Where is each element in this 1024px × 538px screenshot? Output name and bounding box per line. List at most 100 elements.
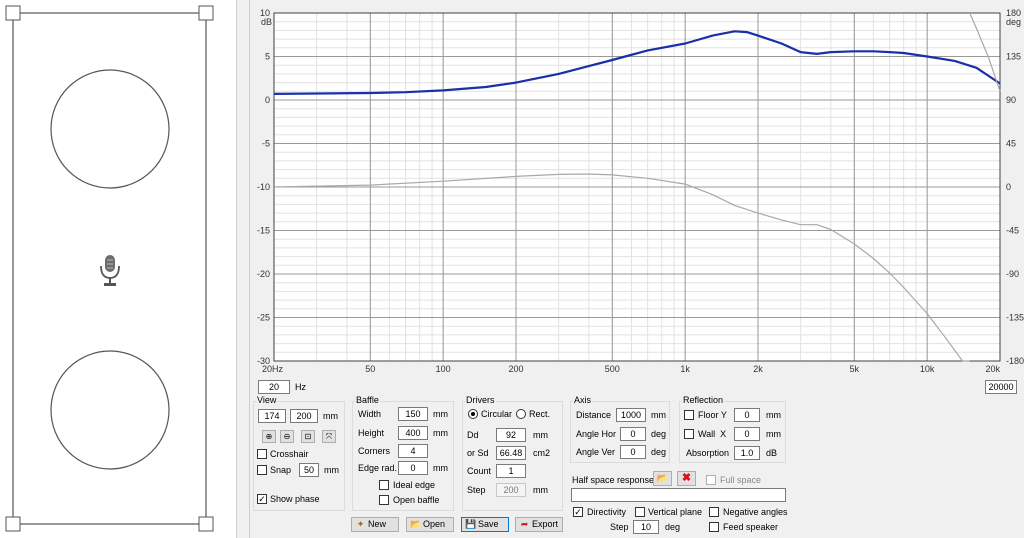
dd-unit: mm [533,430,548,440]
snap-label: Snap [270,465,292,475]
baffle-edge-label: Edge rad. [358,463,398,473]
open-button[interactable]: 📂 Open [406,517,454,532]
baffle-preview[interactable] [0,0,236,538]
directivity-checkbox[interactable]: ✓ [573,507,583,517]
y-tick-label: -10 [257,182,270,192]
dd-label: Dd [467,430,479,440]
directivity-step-input[interactable]: 10 [633,520,659,534]
view-width-input[interactable]: 174 [258,409,286,423]
open-baffle-checkbox[interactable] [379,495,389,505]
y2-tick-label: -90 [1006,269,1019,279]
baffle-width-label: Width [358,409,382,419]
freq-min-unit: Hz [295,382,306,392]
resize-handle-bottom-left [5,516,21,532]
y-axis-right: 18013590450-45-90-135-180 [1006,8,1024,366]
floor-input[interactable]: 0 [734,408,760,422]
save-button[interactable]: 💾 Save [461,517,509,532]
dd-input[interactable]: 92 [496,428,526,442]
full-space-checkbox[interactable] [706,475,716,485]
view-height-input[interactable]: 200 [290,409,318,423]
zoom-out-icon[interactable]: ⊖ [280,430,294,443]
snap-checkbox[interactable] [257,465,267,475]
vertical-plane-checkbox[interactable] [635,507,645,517]
baffle-height-input[interactable]: 400 [398,426,428,440]
reflection-group-title: Reflection [682,395,725,406]
snap-input[interactable]: 50 [299,463,319,477]
axis-group-title: Axis [573,395,593,406]
baffle-corners-input[interactable]: 4 [398,444,428,458]
panel-splitter[interactable] [236,0,250,538]
zoom-extents-icon[interactable]: ⤧ [322,430,336,443]
circular-radio[interactable] [468,409,478,419]
baffle-height-label: Height [358,428,385,438]
export-button[interactable]: ➦ Export [515,517,563,532]
baffle-width-input[interactable]: 150 [398,407,428,421]
angle-hor-input[interactable]: 0 [620,427,646,441]
folder-open-icon: 📂 [656,473,669,483]
baffle-group-title: Baffle [355,395,380,406]
half-space-path-field[interactable] [571,488,786,502]
export-icon: ➦ [520,519,529,529]
full-space-label: Full space [720,475,762,485]
distance-input[interactable]: 1000 [616,408,646,422]
absorption-input[interactable]: 1.0 [734,446,760,460]
show-phase-checkbox[interactable]: ✓ [257,494,267,504]
show-phase-label: Show phase [270,494,320,504]
baffle-edge-input[interactable]: 0 [398,461,428,475]
driver-circle-top [50,69,170,189]
wall-checkbox[interactable] [684,429,694,439]
angle-hor-unit: deg [651,429,667,439]
x-tick-label: 20k [985,364,1000,374]
absorption-unit: dB [766,448,778,458]
x-tick-label: 50 [365,364,375,374]
sd-input[interactable]: 66.48 [496,446,526,460]
angle-ver-label: Angle Ver [576,447,616,457]
zoom-in-icon[interactable]: ⊕ [262,430,276,443]
y-tick-label: 5 [265,52,270,62]
x-tick-label: 200 [508,364,523,374]
baffle-corners-label: Corners [358,446,391,456]
view-size-unit: mm [323,411,338,421]
sd-label: or Sd [467,448,489,458]
y-tick-label: 0 [265,95,270,105]
freq-min-input[interactable]: 20 [258,380,290,394]
distance-label: Distance [576,410,612,420]
zoom-fit-icon[interactable]: ⊡ [301,430,315,443]
feed-speaker-checkbox[interactable] [709,522,719,532]
floor-checkbox[interactable] [684,410,694,420]
angle-ver-input[interactable]: 0 [620,445,646,459]
step-input[interactable]: 200 [496,483,526,497]
view-group-title: View [256,395,278,406]
floor-label: Floor Y [698,410,727,420]
x-tick-label: 2k [753,364,763,374]
x-tick-label: 100 [436,364,451,374]
floppy-disk-icon: 💾 [465,519,477,529]
count-label: Count [467,466,492,476]
crosshair-checkbox[interactable] [257,449,267,459]
x-axis: 20Hz 50 100 200 500 1k 2k 5k 10k 20k [262,364,1000,374]
response-graph[interactable]: 1050-5-10-15-20-25-30 18013590450-45-90-… [250,0,1024,374]
ideal-edge-checkbox[interactable] [379,480,389,490]
x-tick-label: 500 [605,364,620,374]
wall-input[interactable]: 0 [734,427,760,441]
sd-unit: cm2 [533,448,551,458]
negative-angles-checkbox[interactable] [709,507,719,517]
floor-unit: mm [766,410,781,420]
y-axis-left-unit: dB [261,17,272,27]
baffle-drawing[interactable] [0,0,236,538]
vertical-plane-label: Vertical plane [648,507,703,517]
directivity-step-label: Step [610,522,629,532]
freq-max-input[interactable]: 20000 [985,380,1017,394]
microphone-icon [100,255,120,286]
crosshair-label: Crosshair [270,449,309,459]
half-space-open-button[interactable]: 📂 [653,471,672,486]
rect-radio[interactable] [516,409,526,419]
y2-tick-label: 90 [1006,95,1016,105]
half-space-clear-button[interactable]: ✖ [677,471,696,486]
count-input[interactable]: 1 [496,464,526,478]
y2-tick-label: -135 [1006,313,1024,323]
circular-label: Circular [481,409,513,419]
half-space-label: Half space response [572,475,655,485]
new-button[interactable]: ✦ New [351,517,399,532]
baffle-width-unit: mm [433,409,448,419]
